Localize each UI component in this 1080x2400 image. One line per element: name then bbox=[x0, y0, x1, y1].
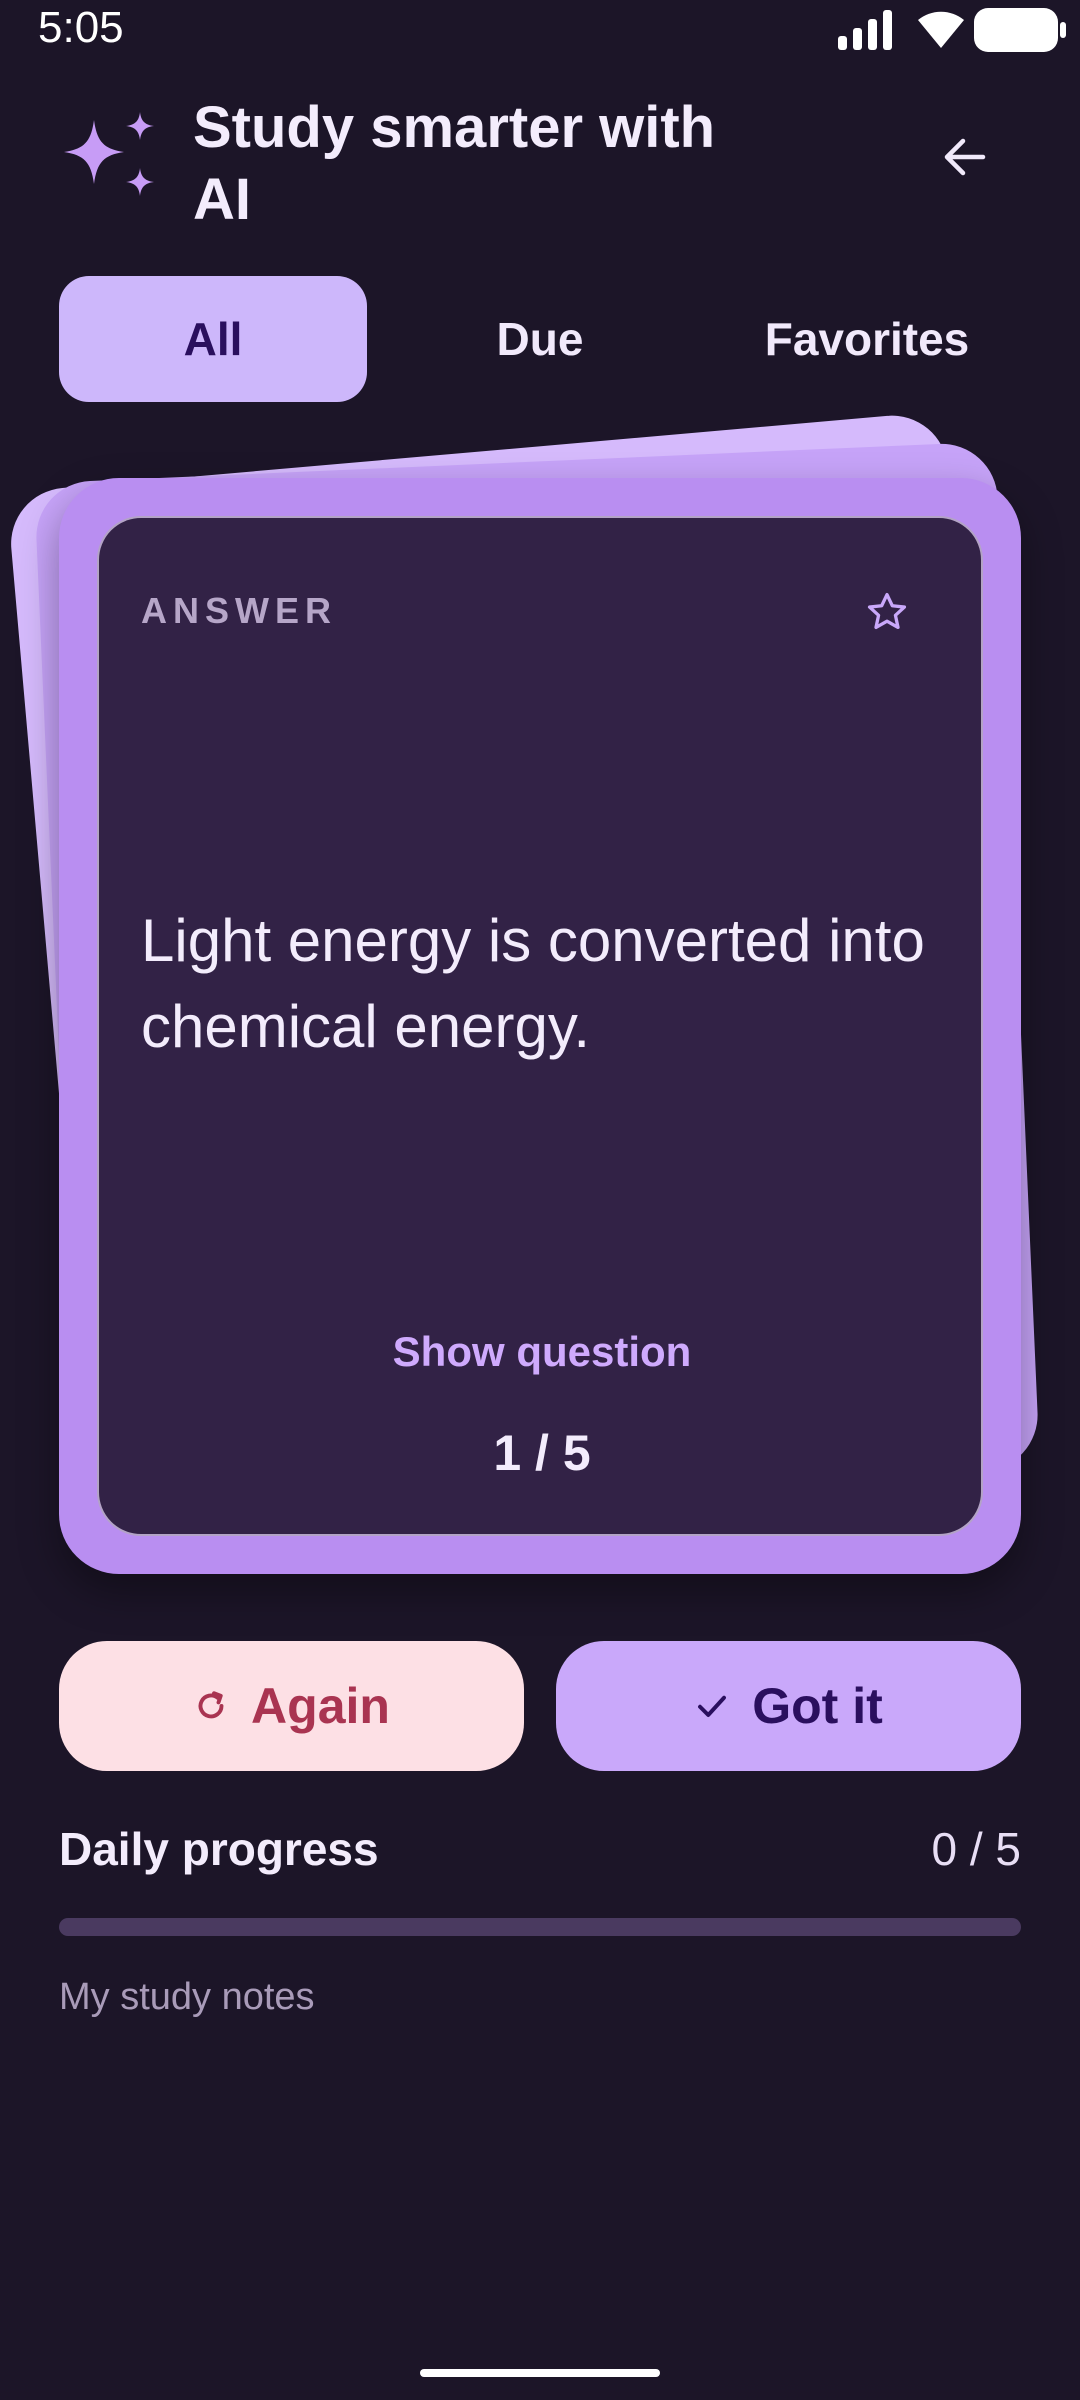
again-button[interactable]: Again bbox=[59, 1641, 524, 1771]
progress-title: Daily progress bbox=[59, 1823, 379, 1875]
status-time: 5:05 bbox=[38, 3, 124, 52]
got-it-button[interactable]: Got it bbox=[556, 1641, 1021, 1771]
flashcard[interactable]: ANSWER Light energy is converted into ch… bbox=[59, 478, 1021, 1574]
got-it-label: Got it bbox=[752, 1678, 883, 1734]
wifi-icon bbox=[918, 11, 964, 49]
filter-tabs: All Due Favorites bbox=[59, 276, 1021, 402]
flashcard-stack: ANSWER Light energy is converted into ch… bbox=[0, 400, 1080, 1600]
deck-name: My study notes bbox=[59, 1976, 315, 2018]
tab-all[interactable]: All bbox=[59, 276, 367, 402]
flashcard-face[interactable]: ANSWER Light energy is converted into ch… bbox=[97, 516, 983, 1536]
check-icon bbox=[698, 1695, 727, 1717]
tab-due[interactable]: Due bbox=[386, 276, 694, 402]
battery-icon bbox=[974, 8, 1066, 52]
show-question-button[interactable]: Show question bbox=[99, 1328, 985, 1376]
favorite-button[interactable] bbox=[857, 582, 917, 642]
progress-bar bbox=[59, 1918, 1021, 1936]
card-counter: 1 / 5 bbox=[493, 1425, 591, 1481]
signal-icon bbox=[838, 10, 892, 50]
again-label: Again bbox=[251, 1678, 390, 1734]
tab-favorites[interactable]: Favorites bbox=[713, 276, 1021, 402]
home-indicator[interactable] bbox=[420, 2369, 660, 2377]
card-answer-text: Light energy is converted into chemical … bbox=[141, 907, 925, 1060]
card-side-label: ANSWER bbox=[141, 590, 337, 631]
app-title: Study smarter with AI bbox=[193, 95, 716, 232]
progress-count: 0 / 5 bbox=[931, 1823, 1021, 1875]
refresh-icon bbox=[198, 1691, 224, 1719]
back-button[interactable] bbox=[930, 122, 1000, 192]
star-outline-icon bbox=[867, 592, 907, 630]
arrow-left-icon bbox=[944, 138, 986, 176]
status-icons bbox=[790, 4, 1066, 52]
header: Study smarter with AI bbox=[0, 80, 1080, 240]
status-bar: 5:05 bbox=[0, 0, 1080, 56]
sparkle-icon bbox=[64, 112, 154, 196]
review-actions: Again Got it bbox=[59, 1641, 1021, 1771]
daily-progress: Daily progress 0 / 5 bbox=[59, 1822, 1021, 1942]
